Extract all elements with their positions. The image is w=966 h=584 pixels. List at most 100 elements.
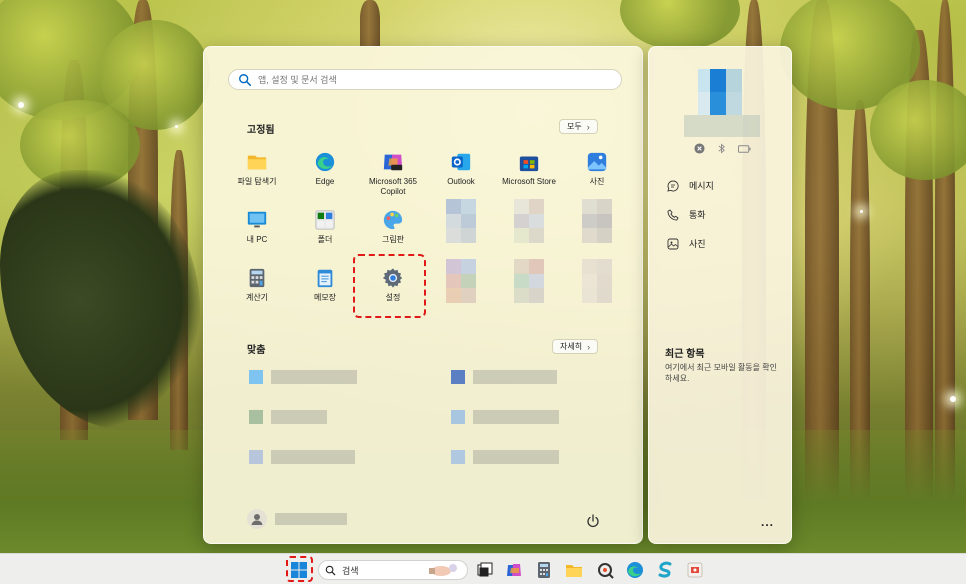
phone-link-panel: 메시지 통화 사진 최근 항목 여기에서 최근 모바일 활동을 확인하세요. .… xyxy=(648,46,792,544)
recent-activity-title: 최근 항목 xyxy=(665,349,705,360)
app-label: 파일 탐색기 xyxy=(237,177,277,186)
bluetooth-icon xyxy=(718,143,725,154)
blurred-app-icon xyxy=(582,199,612,243)
recommended-item[interactable] xyxy=(249,407,327,427)
file-icon xyxy=(451,450,465,464)
pinned-app-outlook[interactable]: Outlook xyxy=(427,147,495,203)
app-label: 계산기 xyxy=(245,293,269,302)
chevron-right-icon: › xyxy=(587,341,591,352)
pinned-app-blurred-3[interactable] xyxy=(563,199,631,255)
blurred-app-icon xyxy=(446,259,476,303)
recent-activity-description: 여기에서 최근 모바일 활동을 확인하세요. xyxy=(665,363,777,383)
app-label: 폴더 xyxy=(317,235,333,244)
pinned-app-m365-copilot[interactable]: Microsoft 365 Copilot xyxy=(359,147,427,203)
taskbar-search-label: 검색 xyxy=(342,565,359,576)
more-recommended-button[interactable]: 자세히 › xyxy=(552,339,599,354)
start-search-box[interactable] xyxy=(228,69,622,90)
folder-icon[interactable] xyxy=(565,561,583,579)
taskbar-search-box[interactable]: 검색 xyxy=(318,560,468,580)
calculator-icon[interactable] xyxy=(535,561,553,579)
pinned-app-store[interactable]: Microsoft Store xyxy=(495,147,563,203)
pinned-app-folder[interactable]: 폴더 xyxy=(291,205,359,261)
blurred-phone-name xyxy=(684,115,760,137)
blurred-item-text xyxy=(473,410,559,424)
file-icon xyxy=(451,410,465,424)
pinned-app-blurred-6[interactable] xyxy=(563,259,631,315)
user-account-button[interactable] xyxy=(247,509,347,529)
taskbar: 검색 xyxy=(0,553,966,584)
all-apps-button[interactable]: 모두 › xyxy=(559,119,598,134)
photo-icon xyxy=(667,238,679,249)
battery-icon xyxy=(738,144,751,153)
blurred-app-icon xyxy=(514,259,544,303)
all-apps-label: 모두 xyxy=(567,122,582,131)
phone-status-icons xyxy=(694,143,751,154)
pinned-app-file-explorer[interactable]: 파일 탐색기 xyxy=(223,147,291,203)
side-action-label: 통화 xyxy=(689,210,706,220)
power-icon[interactable] xyxy=(585,513,601,529)
phone-image xyxy=(698,69,742,115)
file-icon xyxy=(249,370,263,384)
notepad-icon xyxy=(317,269,333,288)
recommended-item[interactable] xyxy=(451,367,557,387)
more-options-button[interactable]: ... xyxy=(761,515,774,529)
pinned-section-title: 고정됨 xyxy=(247,125,275,136)
app-label: 사진 xyxy=(589,177,605,186)
blurred-user-name xyxy=(275,513,347,525)
blurred-item-text xyxy=(271,450,355,464)
blurred-item-text xyxy=(473,450,559,464)
search-icon xyxy=(239,73,252,86)
xbox-folder-icon xyxy=(315,210,335,230)
recommended-item[interactable] xyxy=(249,447,355,467)
file-icon xyxy=(451,370,465,384)
paint-icon xyxy=(383,210,403,230)
recommended-item[interactable] xyxy=(451,407,559,427)
app-label: Outlook xyxy=(447,177,475,186)
pinned-app-blurred-1[interactable] xyxy=(427,199,495,255)
blurred-app-icon xyxy=(582,259,612,303)
recommended-item[interactable] xyxy=(451,447,559,467)
recommended-item[interactable] xyxy=(249,367,357,387)
blurred-app-icon xyxy=(514,199,544,243)
pinned-app-paint[interactable]: 그림판 xyxy=(359,205,427,261)
task-view-icon[interactable] xyxy=(476,561,494,579)
pinned-app-calculator[interactable]: 계산기 xyxy=(223,263,291,319)
side-action-photos[interactable]: 사진 xyxy=(667,237,706,250)
app-label: 내 PC xyxy=(246,235,268,244)
snipping-tool-icon[interactable] xyxy=(596,561,614,579)
settings-highlight-marker xyxy=(353,254,426,318)
pinned-app-edge[interactable]: Edge xyxy=(291,147,359,203)
side-action-label: 사진 xyxy=(689,239,706,249)
side-action-messages[interactable]: 메시지 xyxy=(667,179,714,192)
pinned-app-blurred-2[interactable] xyxy=(495,199,563,255)
pinned-app-blurred-5[interactable] xyxy=(495,259,563,315)
edge-icon xyxy=(315,152,335,172)
edge-icon[interactable] xyxy=(626,561,644,579)
side-action-calls[interactable]: 통화 xyxy=(667,208,706,221)
message-icon xyxy=(667,180,679,192)
folder-icon xyxy=(247,155,267,170)
app-label: Microsoft 365 Copilot xyxy=(368,177,418,196)
pinned-app-this-pc[interactable]: 내 PC xyxy=(223,205,291,261)
search-icon xyxy=(325,565,336,576)
pinned-app-blurred-4[interactable] xyxy=(427,259,495,315)
start-button-highlight-marker xyxy=(286,556,313,582)
start-search-input[interactable] xyxy=(258,74,578,85)
search-highlight-illustration-icon xyxy=(429,564,457,576)
app-label: 메모장 xyxy=(313,293,337,302)
copilot-icon[interactable] xyxy=(505,561,523,579)
file-icon xyxy=(249,450,263,464)
blurred-item-text xyxy=(271,410,327,424)
media-app-icon[interactable] xyxy=(686,561,704,579)
blurred-app-icon xyxy=(446,199,476,243)
photos-icon xyxy=(587,152,607,172)
app-label: Edge xyxy=(315,177,335,186)
file-icon xyxy=(249,410,263,424)
chevron-right-icon: › xyxy=(586,121,590,132)
pinned-app-notepad[interactable]: 메모장 xyxy=(291,263,359,319)
calculator-icon xyxy=(249,268,265,288)
app-s-icon[interactable] xyxy=(656,561,674,579)
monitor-icon xyxy=(247,211,267,228)
app-label: Microsoft Store xyxy=(502,177,556,186)
pinned-app-photos[interactable]: 사진 xyxy=(563,147,631,203)
